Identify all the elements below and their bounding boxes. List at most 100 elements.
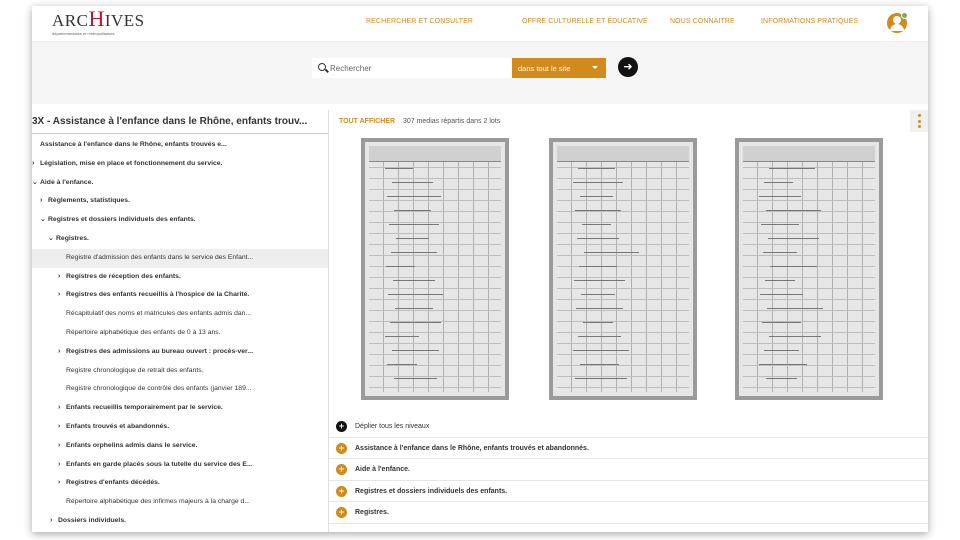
tree-item[interactable]: › Enfants en garde placés sous la tutelle… bbox=[32, 456, 328, 475]
handwriting-stroke bbox=[583, 322, 613, 323]
handwriting-stroke bbox=[385, 168, 413, 169]
handwriting-stroke bbox=[584, 252, 639, 253]
handwriting-stroke bbox=[770, 266, 817, 267]
hierarchy-rows: + Déplier tous les niveaux + Assistance à … bbox=[329, 416, 928, 524]
tree-item[interactable]: Récapitulatif des noms et matricules des… bbox=[32, 305, 328, 324]
handwriting-stroke bbox=[391, 252, 437, 253]
handwriting-stroke bbox=[760, 294, 803, 295]
handwriting-stroke bbox=[573, 182, 623, 183]
handwriting-stroke bbox=[577, 238, 619, 239]
tree-item-label: Registre chronologique de retrait des en… bbox=[66, 366, 204, 374]
plus-circle-icon: + bbox=[336, 421, 347, 432]
media-panel: TOUT AFFICHER 307 medias répartis dans 2… bbox=[328, 110, 928, 532]
handwriting-stroke bbox=[581, 294, 615, 295]
tree-item[interactable]: Registre chronologique de contrôle des e… bbox=[32, 380, 328, 399]
archives-logo[interactable]: ARCHIVES départementales et métropolitai… bbox=[52, 8, 145, 37]
tree-item[interactable]: › Registres des admissions au bureau ouve… bbox=[32, 343, 328, 362]
handwriting-stroke bbox=[387, 364, 417, 365]
tree-item[interactable]: › Règlements, statistiques. bbox=[32, 192, 328, 211]
tree-item[interactable]: › Législation, mise en place et fonctionn… bbox=[32, 155, 328, 174]
tree-item-label: Registre chronologique de contrôle des e… bbox=[66, 385, 252, 393]
chevron-right-icon: › bbox=[58, 479, 61, 487]
row-label: Assistance à l'enfance dans le Rhône, en… bbox=[355, 444, 589, 452]
handwriting-stroke bbox=[580, 364, 619, 365]
search-scope-select[interactable]: dans tout le site bbox=[512, 58, 606, 78]
row-label: Déplier tous les niveaux bbox=[355, 423, 430, 430]
tree-item-label: Registres et dossiers individuels des en… bbox=[48, 216, 196, 224]
chevron-right-icon: › bbox=[32, 159, 35, 167]
kebab-dot bbox=[918, 119, 921, 123]
tree-item-label: Registres de réception des enfants. bbox=[66, 272, 181, 280]
handwriting-stroke bbox=[766, 210, 821, 211]
plus-circle-icon: + bbox=[336, 485, 347, 497]
ledger-header bbox=[557, 146, 689, 162]
kebab-menu-icon[interactable] bbox=[910, 110, 928, 132]
handwriting-stroke bbox=[765, 280, 795, 281]
search-go-button[interactable]: ➜ bbox=[618, 57, 638, 77]
handwriting-stroke bbox=[582, 224, 611, 225]
handwriting-stroke bbox=[767, 308, 823, 309]
tree-item[interactable]: ⌄ Registres. bbox=[32, 230, 328, 249]
handwriting-stroke bbox=[574, 280, 625, 281]
register-page-thumbnail[interactable] bbox=[549, 138, 697, 400]
handwriting-stroke bbox=[763, 252, 797, 253]
handwriting-stroke bbox=[578, 336, 621, 337]
chevron-down-icon: ⌄ bbox=[48, 234, 54, 242]
search-input[interactable] bbox=[330, 58, 510, 78]
app-window: ARCHIVES départementales et métropolitai… bbox=[32, 6, 928, 532]
hierarchy-row[interactable]: + Assistance à l'enfance dans le Rhône, e… bbox=[329, 438, 928, 459]
hierarchy-row[interactable]: + Aide à l'enfance. bbox=[329, 459, 928, 481]
logo-text-pre: ARC bbox=[52, 11, 89, 30]
tree-item-label: Enfants orphelins admis dans le service. bbox=[66, 441, 198, 449]
media-count: 307 medias répartis dans 2 lots bbox=[402, 118, 501, 125]
arrow-right-icon: ➜ bbox=[623, 61, 633, 73]
hierarchy-row[interactable]: + Registres. bbox=[329, 502, 928, 524]
tree-item[interactable]: ⌄ Aide à l'enfance. bbox=[32, 174, 328, 193]
tree-item-selected[interactable]: Registre d'admission des enfants dans le… bbox=[32, 248, 328, 268]
tree-item-label: Enfants en garde placés sous la tutelle … bbox=[66, 460, 253, 468]
handwriting-stroke bbox=[576, 308, 623, 309]
handwriting-stroke bbox=[580, 196, 613, 197]
tree-item-label: Registres d'enfants décédés. bbox=[66, 479, 160, 487]
nav-rechercher[interactable]: RECHERCHER ET CONSULTER bbox=[366, 18, 473, 25]
chevron-right-icon: › bbox=[58, 272, 61, 280]
user-avatar-icon[interactable] bbox=[887, 12, 908, 33]
search-icon bbox=[318, 63, 326, 71]
media-gallery bbox=[329, 136, 928, 408]
tree-item[interactable]: › Registres de réception des enfants. bbox=[32, 268, 328, 287]
handwriting-stroke bbox=[769, 168, 815, 169]
tree-item[interactable]: ⌄ Registres et dossiers individuels des e… bbox=[32, 211, 328, 230]
chevron-right-icon: › bbox=[58, 347, 61, 355]
handwriting-stroke bbox=[759, 196, 801, 197]
logo-text-h: H bbox=[88, 6, 105, 31]
expand-all-row[interactable]: + Déplier tous les niveaux bbox=[329, 416, 928, 438]
show-all-link[interactable]: TOUT AFFICHER bbox=[339, 118, 395, 125]
plus-circle-icon: + bbox=[336, 442, 347, 454]
tree-item[interactable]: › Enfants trouvés et abandonnés. bbox=[32, 418, 328, 437]
tree-item[interactable]: Registre chronologique de retrait des en… bbox=[32, 362, 328, 381]
tree-item[interactable]: Répertoire alphabétique des enfants de 0… bbox=[32, 324, 328, 343]
chevron-right-icon: › bbox=[50, 516, 53, 524]
register-page-thumbnail[interactable] bbox=[361, 138, 509, 400]
ledger-header bbox=[743, 146, 875, 162]
nav-nous-connaitre[interactable]: NOUS CONNAITRE bbox=[670, 18, 735, 25]
tree-item[interactable]: › Registres des enfants recueillis à l'ho… bbox=[32, 286, 328, 305]
handwriting-stroke bbox=[762, 322, 801, 323]
handwriting-stroke bbox=[764, 182, 793, 183]
chevron-down-icon: ⌄ bbox=[40, 216, 46, 224]
tree-item[interactable]: Assistance à l'enfance dans le Rhône, en… bbox=[32, 136, 328, 155]
tree-item[interactable]: › Enfants recueillis temporairement par l… bbox=[32, 399, 328, 418]
tree-item[interactable]: › Enfants orphelins admis dans le service… bbox=[32, 437, 328, 456]
nav-informations-pratiques[interactable]: INFORMATIONS PRATIQUES bbox=[761, 18, 858, 25]
ledger-grid bbox=[743, 146, 875, 392]
search-band: dans tout le site ➜ bbox=[32, 42, 928, 104]
tree-item[interactable]: Répertoire alphabétique des infirmes maj… bbox=[32, 493, 328, 512]
tree-item-label: Législation, mise en place et fonctionne… bbox=[40, 159, 223, 167]
nav-offre-culturelle[interactable]: OFFRE CULTURELLE ET ÉDUCATIVE bbox=[522, 18, 648, 25]
tree-item[interactable]: › Dossiers individuels. bbox=[32, 512, 328, 531]
register-page-thumbnail[interactable] bbox=[735, 138, 883, 400]
plus-circle-icon: + bbox=[336, 507, 347, 518]
tree-item[interactable]: › Registres d'enfants décédés. bbox=[32, 474, 328, 493]
fonds-title: 3X - Assistance à l'enfance dans le Rhôn… bbox=[32, 110, 328, 134]
hierarchy-row[interactable]: + Registres et dossiers individuels des e… bbox=[329, 481, 928, 502]
